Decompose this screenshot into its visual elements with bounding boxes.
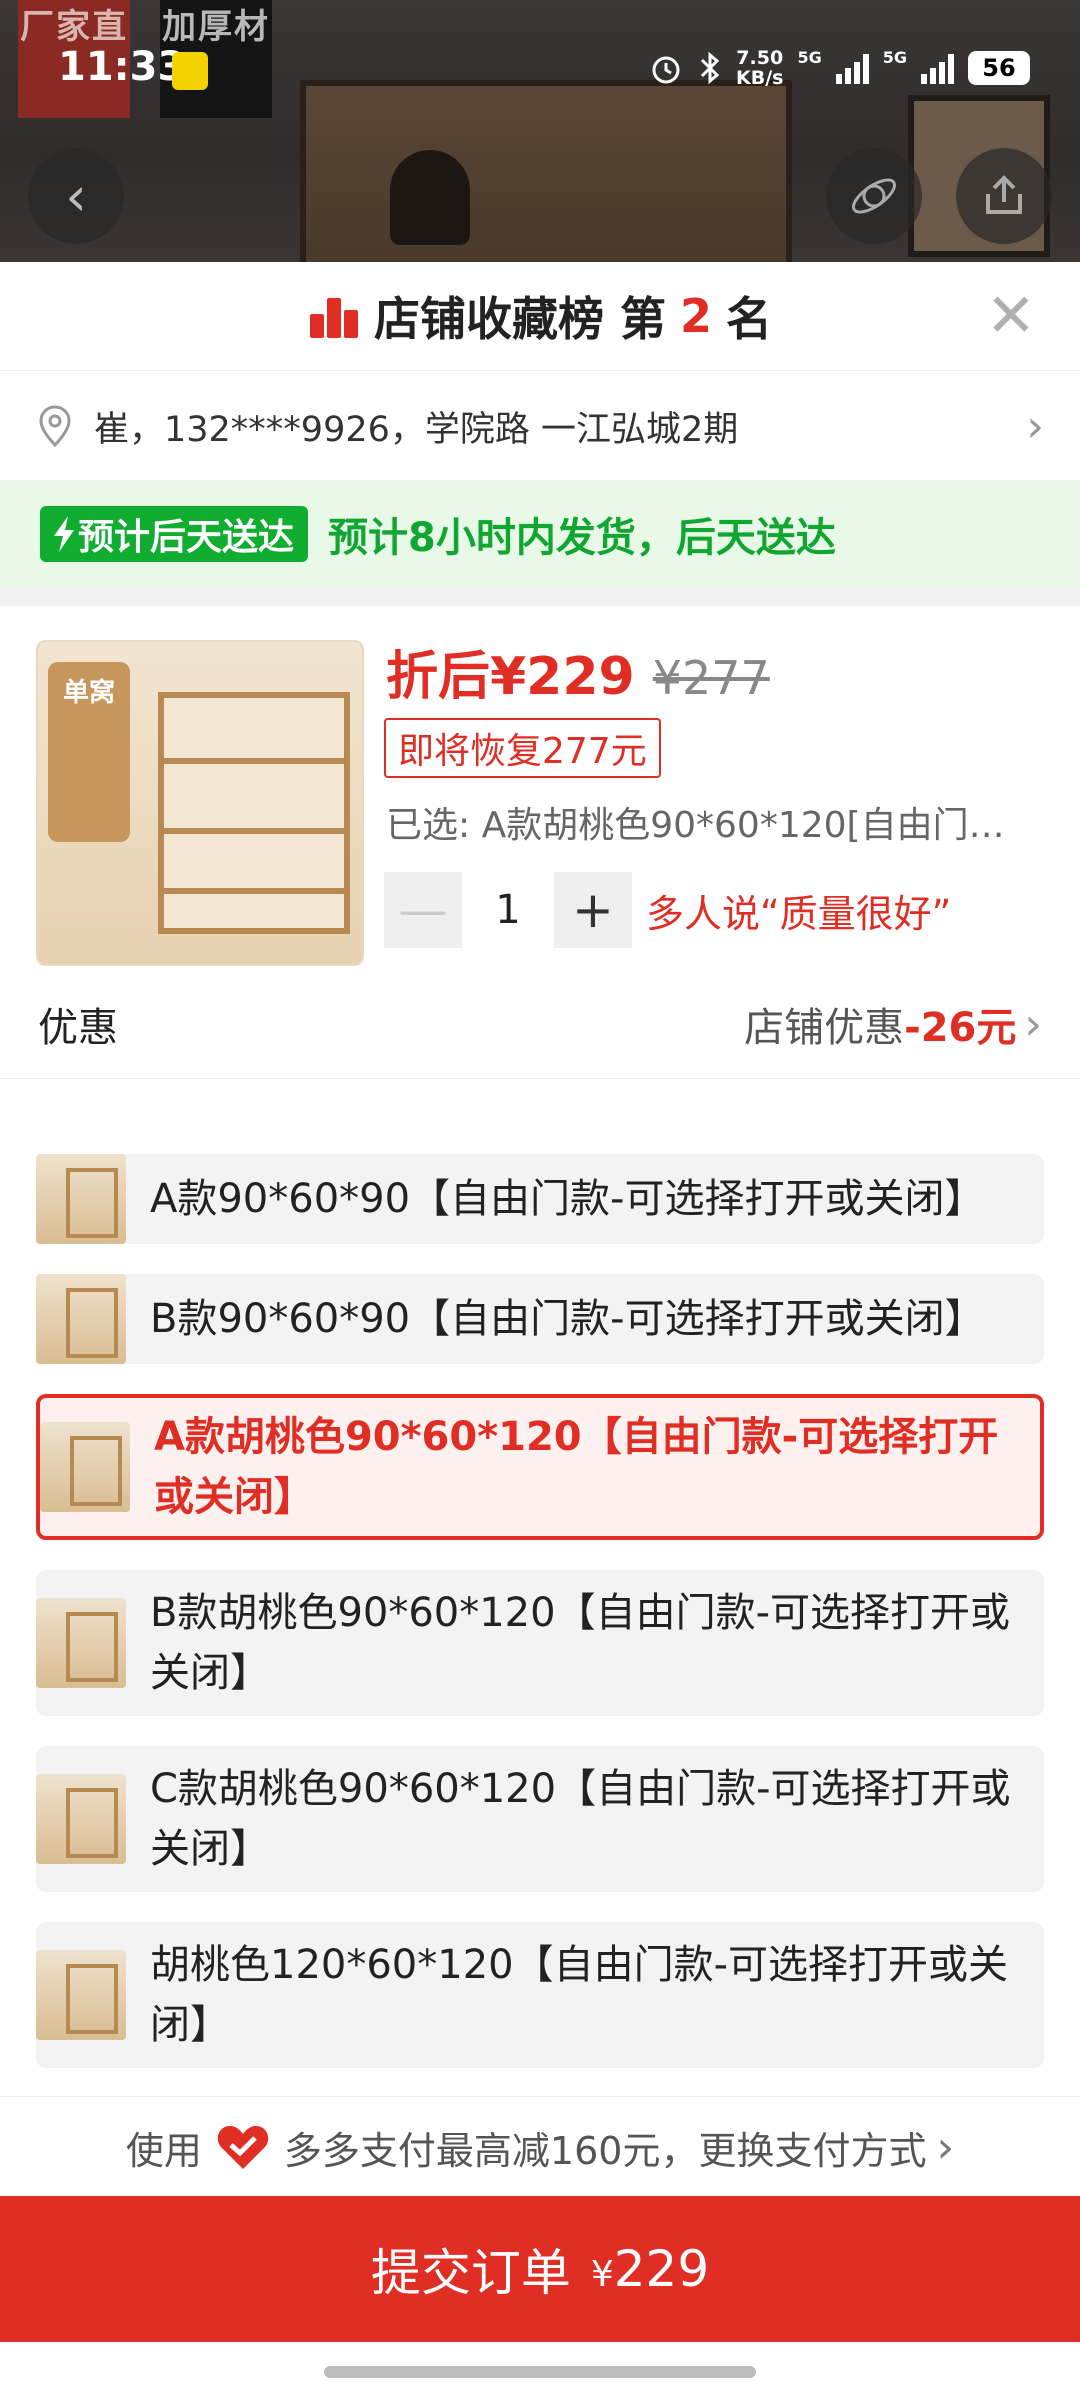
option-label: A款90*60*90【自由门款-可选择打开或关闭】 bbox=[150, 1176, 985, 1222]
spec-option-selected[interactable]: A款胡桃色90*60*120【自由门款-可选择打开或关闭】 bbox=[36, 1394, 1044, 1540]
option-label: B款90*60*90【自由门款-可选择打开或关闭】 bbox=[150, 1296, 985, 1342]
spec-option[interactable]: B款胡桃色90*60*120【自由门款-可选择打开或关闭】 bbox=[36, 1570, 1044, 1716]
chevron-left-icon: ‹ bbox=[65, 164, 87, 228]
rank-suffix: 名 bbox=[726, 292, 773, 346]
option-label: C款胡桃色90*60*120【自由门款-可选择打开或关闭】 bbox=[150, 1766, 1011, 1872]
spec-option[interactable]: C款胡桃色90*60*120【自由门款-可选择打开或关闭】 bbox=[36, 1746, 1044, 1892]
option-thumbnail bbox=[36, 1774, 126, 1864]
signal-1-label: 5G bbox=[797, 48, 822, 67]
chevron-right-icon: › bbox=[1026, 400, 1044, 452]
spec-option[interactable]: B款90*60*90【自由门款-可选择打开或关闭】 bbox=[36, 1274, 1044, 1364]
status-bar: 11:33 7.50 KB/s 5G 5G 56 bbox=[0, 0, 1080, 130]
option-label: 胡桃色120*60*120【自由门款-可选择打开或关闭】 bbox=[150, 1942, 1009, 2048]
divider bbox=[0, 588, 1080, 606]
signal-1-icon bbox=[835, 52, 869, 84]
net-speed: 7.50 KB/s bbox=[736, 47, 784, 89]
address-text: 崔，132****9926，学院路 一江弘城2期 bbox=[94, 409, 739, 450]
delivery-estimate-bar: 预计后天送达 预计8小时内发货，后天送达 bbox=[0, 480, 1080, 588]
orbit-icon bbox=[852, 178, 896, 214]
rank-prefix: 店铺收藏榜 第 bbox=[373, 292, 666, 346]
chevron-right-icon: › bbox=[1024, 998, 1042, 1050]
option-thumbnail bbox=[36, 1950, 126, 2040]
share-button[interactable] bbox=[956, 148, 1052, 244]
app-notification-icon bbox=[172, 52, 208, 90]
cat-hole-shape bbox=[390, 150, 470, 245]
price-now: 折后¥229 bbox=[386, 647, 635, 707]
home-indicator[interactable] bbox=[324, 2366, 756, 2378]
quantity-value[interactable]: 1 bbox=[462, 887, 554, 933]
location-pin-icon bbox=[39, 405, 71, 447]
praise-text: 多人说“质量很好” bbox=[646, 891, 952, 936]
increase-quantity-button[interactable]: + bbox=[554, 872, 632, 948]
thumbnail-tag: 单窝 bbox=[48, 662, 130, 842]
option-label: A款胡桃色90*60*120【自由门款-可选择打开或关闭】 bbox=[154, 1414, 999, 1520]
chevron-right-icon: › bbox=[936, 2121, 955, 2173]
discount-value: 店铺优惠 -26元 › bbox=[744, 995, 1042, 1053]
close-button[interactable]: ✕ bbox=[986, 286, 1036, 346]
store-discount-label: 店铺优惠 bbox=[744, 1005, 905, 1051]
thumbnail-rack bbox=[158, 692, 350, 934]
bluetooth-icon bbox=[700, 51, 720, 85]
rank-number: 2 bbox=[680, 289, 713, 343]
duoduo-pay-heart-icon bbox=[217, 2126, 269, 2169]
price-original: ¥277 bbox=[652, 651, 770, 705]
close-icon: ✕ bbox=[985, 281, 1036, 351]
store-discount-amount: -26元 bbox=[904, 1005, 1017, 1051]
option-thumbnail bbox=[36, 1274, 126, 1364]
rank-bars-icon bbox=[308, 294, 360, 338]
signal-2-icon bbox=[921, 52, 954, 84]
submit-order-button[interactable]: 提交订单 ¥229 bbox=[0, 2196, 1080, 2342]
spec-option[interactable]: A款90*60*90【自由门款-可选择打开或关闭】 bbox=[36, 1154, 1044, 1244]
selected-spec: 已选: A款胡桃色90*60*120[自由门… bbox=[386, 805, 1005, 846]
decrease-quantity-button[interactable]: — bbox=[384, 872, 462, 948]
status-time: 11:33 bbox=[58, 44, 186, 90]
plus-icon: + bbox=[572, 881, 614, 939]
share-icon bbox=[986, 175, 1022, 214]
option-thumbnail bbox=[36, 1154, 126, 1244]
status-indicators: 7.50 KB/s 5G 5G 56 bbox=[648, 48, 1030, 88]
address-row[interactable]: 崔，132****9926，学院路 一江弘城2期 › bbox=[0, 370, 1080, 481]
payment-method-row[interactable]: 使用 多多支付最高减160元，更换支付方式 › bbox=[0, 2096, 1080, 2197]
ar-button[interactable] bbox=[826, 148, 922, 244]
alarm-icon bbox=[652, 56, 680, 84]
option-label: B款胡桃色90*60*120【自由门款-可选择打开或关闭】 bbox=[150, 1590, 1011, 1696]
store-rank-header: 店铺收藏榜 第 2 名 ✕ bbox=[0, 262, 1080, 370]
battery-icon: 56 bbox=[968, 51, 1030, 85]
discount-label: 优惠 bbox=[38, 1005, 118, 1051]
product-thumbnail[interactable]: 单窝 bbox=[36, 640, 364, 966]
price-line: 折后¥229 ¥277 bbox=[386, 634, 770, 709]
minus-icon: — bbox=[398, 881, 448, 939]
order-sheet: 店铺收藏榜 第 2 名 ✕ 崔，132****9926，学院路 一江弘城2期 ›… bbox=[0, 262, 1080, 2400]
delivery-text: 预计8小时内发货，后天送达 bbox=[328, 515, 836, 561]
product-summary: 单窝 折后¥229 ¥277 即将恢复277元 已选: A款胡桃色90*60*1… bbox=[0, 606, 1080, 966]
spec-option[interactable]: 胡桃色120*60*120【自由门款-可选择打开或关闭】 bbox=[36, 1922, 1044, 2068]
option-thumbnail bbox=[36, 1598, 126, 1688]
discount-row[interactable]: 优惠 店铺优惠 -26元 › bbox=[0, 970, 1080, 1079]
payment-text: 多多支付最高减160元，更换支付方式 bbox=[283, 2128, 927, 2173]
option-thumbnail bbox=[40, 1422, 130, 1512]
submit-price: ¥229 bbox=[590, 2240, 710, 2298]
restore-price-tag: 即将恢复277元 bbox=[384, 718, 661, 778]
signal-2-label: 5G bbox=[882, 48, 907, 67]
payment-prefix: 使用 bbox=[125, 2128, 202, 2173]
quantity-stepper: — 1 + 多人说“质量很好” bbox=[384, 872, 951, 948]
delivery-badge: 预计后天送达 bbox=[40, 506, 309, 562]
back-button[interactable]: ‹ bbox=[28, 148, 124, 244]
submit-label: 提交订单 bbox=[370, 2244, 571, 2302]
lightning-icon bbox=[54, 516, 74, 552]
